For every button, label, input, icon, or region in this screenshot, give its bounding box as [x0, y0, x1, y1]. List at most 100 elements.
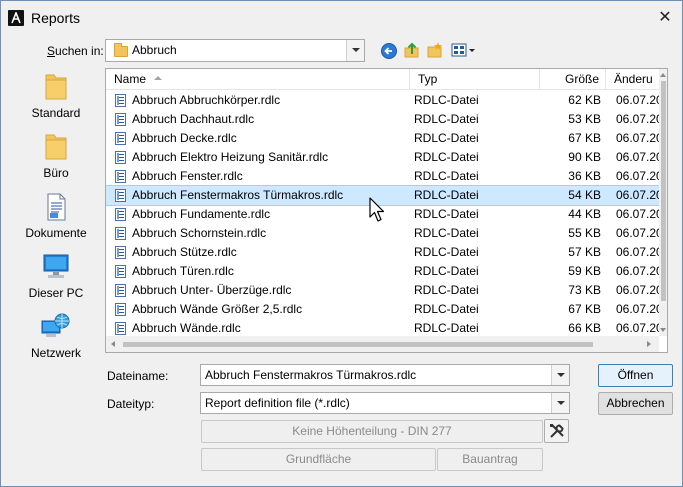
file-type: RDLC-Datei — [414, 131, 479, 145]
file-date: 06.07.20 — [616, 131, 660, 145]
column-header-date[interactable]: Änderu — [606, 69, 667, 90]
building-application-button[interactable]: Bauantrag — [437, 448, 543, 471]
file-size: 66 KB — [568, 321, 601, 335]
scroll-right-icon[interactable] — [647, 341, 651, 347]
file-row[interactable]: Abbruch Dachhaut.rdlc RDLC-Datei 53 KB 06.0… — [106, 110, 660, 129]
file-row[interactable]: Abbruch Fenster.rdlc RDLC-Datei 36 KB 06.07… — [106, 167, 660, 186]
wrench-screwdriver-icon — [550, 424, 564, 438]
file-size: 44 KB — [568, 207, 601, 221]
place-dieser-pc[interactable]: Dieser PC — [13, 251, 99, 300]
chevron-down-icon[interactable] — [346, 40, 364, 61]
height-division-button[interactable]: Keine Höhenteilung - DIN 277 — [201, 420, 543, 443]
report-file-icon — [115, 113, 126, 126]
app-logo-icon — [8, 10, 24, 26]
filename-value[interactable]: Abbruch Fenstermakros Türmakros.rdlc — [205, 368, 416, 382]
chevron-down-icon[interactable] — [551, 393, 569, 413]
scroll-down-icon[interactable] — [660, 328, 666, 332]
vertical-scrollbar[interactable] — [659, 69, 667, 336]
file-row[interactable]: Abbruch Türen.rdlc RDLC-Datei 59 KB 06.07.2… — [106, 262, 660, 281]
file-type: RDLC-Datei — [414, 226, 479, 240]
filename-field[interactable]: Abbruch Fenstermakros Türmakros.rdlc — [200, 364, 570, 386]
file-row[interactable]: Abbruch Abbruchkörper.rdlc RDLC-Datei 62 K… — [106, 91, 660, 110]
column-header-type[interactable]: Typ — [410, 69, 540, 90]
file-name: Abbruch Stütze.rdlc — [132, 245, 237, 259]
column-header-type-label: Typ — [418, 72, 438, 86]
open-button[interactable]: Öffnen — [598, 364, 673, 387]
file-row[interactable]: Abbruch Decke.rdlc RDLC-Datei 67 KB 06.07.2… — [106, 129, 660, 148]
report-file-icon — [115, 208, 126, 221]
report-file-icon — [115, 132, 126, 145]
column-header-date-label: Änderu — [614, 72, 653, 86]
place-label: Büro — [43, 166, 69, 180]
back-icon[interactable] — [380, 42, 398, 60]
horizontal-scrollbar[interactable] — [106, 336, 659, 352]
file-list[interactable]: Name Typ Größe Änderu Abbruch Abbruchkör… — [105, 68, 668, 353]
file-size: 53 KB — [568, 112, 601, 126]
file-row[interactable]: Abbruch Elektro Heizung Sanitär.rdlc RDLC… — [106, 148, 660, 167]
floor-area-button[interactable]: Grundfläche — [201, 448, 436, 471]
column-header-name[interactable]: Name — [106, 69, 410, 90]
place-standard[interactable]: Standard — [13, 71, 99, 120]
filetype-label: Dateityp: — [107, 397, 155, 411]
look-in-dropdown[interactable]: Abbruch — [105, 39, 365, 62]
view-menu-icon[interactable] — [451, 41, 477, 59]
report-file-icon — [115, 151, 126, 164]
file-size: 54 KB — [568, 188, 601, 202]
file-type: RDLC-Datei — [414, 321, 479, 335]
report-file-icon — [115, 303, 126, 316]
place-buero[interactable]: Büro — [13, 131, 99, 180]
file-row[interactable]: Abbruch Unter- Überzüge.rdlc RDLC-Datei 73… — [106, 281, 660, 300]
folder-icon — [114, 43, 128, 57]
place-netzwerk[interactable]: Netzwerk — [13, 311, 99, 360]
tools-button[interactable] — [544, 419, 569, 443]
look-in-label-text: uchen in: — [55, 44, 104, 58]
reports-dialog: Reports ✕ Suchen in: Abbruch Standard Bü… — [0, 0, 683, 487]
file-name: Abbruch Unter- Überzüge.rdlc — [132, 283, 292, 297]
file-name: Abbruch Wände.rdlc — [132, 321, 241, 335]
column-header-name-label: Name — [114, 72, 147, 86]
cancel-button[interactable]: Abbrechen — [598, 392, 673, 415]
file-row[interactable]: Abbruch Schornstein.rdlc RDLC-Datei 55 KB 0… — [106, 224, 660, 243]
new-folder-icon[interactable] — [426, 41, 444, 59]
file-name: Abbruch Fundamente.rdlc — [132, 207, 271, 221]
scroll-up-icon[interactable] — [660, 73, 666, 77]
file-date: 06.07.20 — [616, 264, 660, 278]
scroll-thumb[interactable] — [123, 342, 593, 347]
file-date: 06.07.20 — [616, 283, 660, 297]
file-date: 06.07.20 — [616, 226, 660, 240]
file-size: 55 KB — [568, 226, 601, 240]
scroll-left-icon[interactable] — [111, 341, 115, 347]
place-label: Dieser PC — [28, 286, 84, 300]
file-size: 36 KB — [568, 169, 601, 183]
folder-icon — [40, 71, 72, 103]
file-date: 06.07.20 — [616, 207, 660, 221]
file-type: RDLC-Datei — [414, 207, 479, 221]
filetype-dropdown[interactable]: Report definition file (*.rdlc) — [200, 392, 570, 414]
file-name: Abbruch Dachhaut.rdlc — [132, 112, 255, 126]
look-in-label-accel: S — [47, 44, 56, 58]
chevron-down-icon[interactable] — [551, 365, 569, 385]
file-size: 57 KB — [568, 245, 601, 259]
file-size: 59 KB — [568, 264, 601, 278]
file-row[interactable]: Abbruch Stütze.rdlc RDLC-Datei 57 KB 06.07.… — [106, 243, 660, 262]
close-icon[interactable]: ✕ — [656, 9, 674, 27]
file-name: Abbruch Türen.rdlc — [132, 264, 234, 278]
file-size: 62 KB — [568, 93, 601, 107]
file-type: RDLC-Datei — [414, 150, 479, 164]
report-file-icon — [115, 94, 126, 107]
file-type: RDLC-Datei — [414, 93, 479, 107]
up-folder-icon[interactable] — [403, 41, 421, 59]
look-in-label: Suchen in: — [47, 44, 104, 58]
column-header-size[interactable]: Größe — [540, 69, 606, 90]
file-row[interactable]: Abbruch Wände Größer 2,5.rdlc RDLC-Datei 6… — [106, 300, 660, 319]
report-file-icon — [115, 170, 126, 183]
title-bar[interactable]: Reports ✕ — [1, 1, 682, 33]
file-name: Abbruch Decke.rdlc — [132, 131, 237, 145]
file-date: 06.07.20 — [616, 245, 660, 259]
place-dokumente[interactable]: Dokumente — [13, 191, 99, 240]
folder-icon — [40, 131, 72, 163]
file-name: Abbruch Fenster.rdlc — [132, 169, 243, 183]
file-size: 73 KB — [568, 283, 601, 297]
mouse-cursor-icon — [369, 197, 385, 226]
scroll-thumb[interactable] — [661, 81, 666, 301]
